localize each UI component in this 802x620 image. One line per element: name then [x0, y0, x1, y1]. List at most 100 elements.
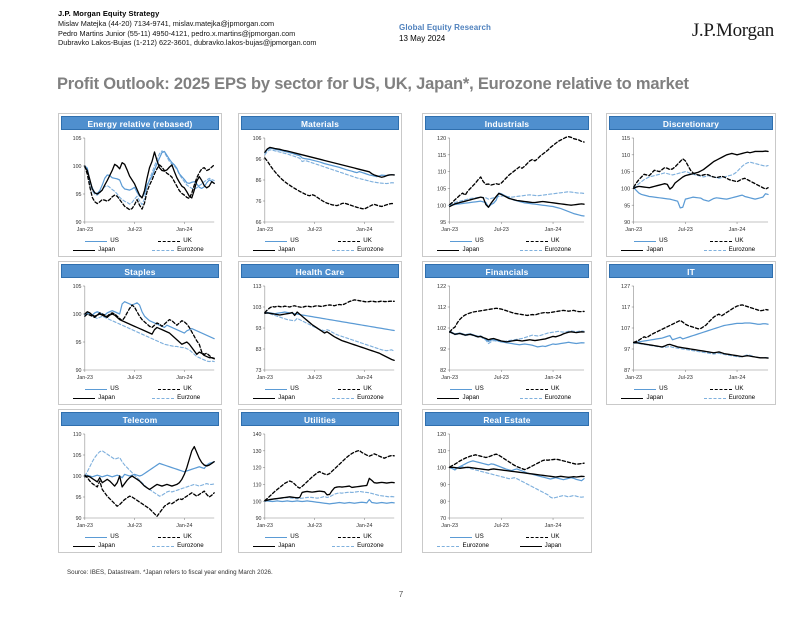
legend-swatch-uk-icon: [709, 388, 732, 390]
legend-item-eurozone[interactable]: Eurozone: [703, 246, 755, 254]
legend-item-uk[interactable]: UK: [338, 237, 372, 245]
legend-label: Eurozone: [462, 542, 489, 549]
legend-item-japan[interactable]: Japan: [73, 542, 115, 550]
legend-item-japan[interactable]: Japan: [437, 246, 479, 254]
legend-swatch-uk-icon: [709, 240, 732, 242]
legend-label: US: [110, 385, 119, 392]
legend-label: US: [110, 237, 119, 244]
legend-item-eurozone[interactable]: Eurozone: [152, 542, 204, 550]
chart-plot-area: 70 80 90 100 110 120 Jan-23 Jul-23 Jan-24: [426, 428, 588, 532]
legend-item-uk[interactable]: UK: [709, 237, 744, 245]
svg-text:93: 93: [256, 326, 262, 332]
legend-item-us[interactable]: US: [85, 237, 119, 245]
legend-item-uk[interactable]: UK: [525, 385, 560, 393]
legend-label: UK: [363, 237, 372, 244]
strategy-title: J.P. Morgan Equity Strategy: [58, 9, 160, 18]
legend-item-uk[interactable]: UK: [338, 533, 372, 541]
svg-text:Jul-23: Jul-23: [307, 375, 321, 381]
svg-text:97: 97: [624, 347, 630, 353]
legend-item-eurozone[interactable]: Eurozone: [332, 542, 384, 550]
legend-label: US: [659, 385, 668, 392]
svg-text:92: 92: [440, 347, 446, 353]
chart-panel-title: Industrials: [425, 116, 589, 130]
legend-item-uk[interactable]: UK: [158, 385, 192, 393]
legend-item-japan[interactable]: Japan: [253, 246, 295, 254]
svg-text:115: 115: [621, 136, 630, 142]
legend-item-us[interactable]: US: [450, 385, 484, 393]
legend-item-us[interactable]: US: [265, 533, 299, 541]
legend-item-uk[interactable]: UK: [338, 385, 372, 393]
legend-swatch-eurozone-icon: [152, 249, 175, 251]
legend-item-japan[interactable]: Japan: [73, 246, 115, 254]
legend-swatch-uk-icon: [338, 536, 361, 538]
legend-item-japan[interactable]: Japan: [253, 394, 295, 402]
legend-label: US: [475, 237, 484, 244]
legend-item-us[interactable]: US: [85, 385, 119, 393]
legend-item-eurozone[interactable]: Eurozone: [519, 394, 572, 402]
author-line-2: Pedro Martins Junior (55-11) 4950-4121, …: [58, 28, 296, 38]
svg-text:95: 95: [624, 203, 630, 209]
legend-label: US: [290, 533, 299, 540]
legend-item-uk[interactable]: UK: [525, 533, 560, 541]
svg-text:103: 103: [253, 305, 262, 311]
legend-label: Japan: [646, 394, 664, 401]
legend-label: Eurozone: [544, 394, 572, 401]
legend-item-japan[interactable]: Japan: [73, 394, 115, 402]
legend-label: UK: [550, 533, 560, 540]
legend-item-us[interactable]: US: [265, 385, 299, 393]
legend-swatch-japan-icon: [621, 397, 644, 399]
legend-label: US: [290, 385, 299, 392]
legend-item-eurozone[interactable]: Eurozone: [437, 542, 489, 550]
legend-item-us[interactable]: US: [85, 533, 119, 541]
svg-text:90: 90: [440, 482, 446, 488]
svg-text:87: 87: [624, 368, 630, 374]
legend-item-japan[interactable]: Japan: [621, 394, 663, 402]
legend-item-eurozone[interactable]: Eurozone: [152, 246, 204, 254]
chart-plot-area: 90 95 100 105 110 115 Jan-23 Jul-23 Jan-24: [610, 132, 772, 236]
legend-label: US: [659, 237, 668, 244]
legend-item-japan[interactable]: Japan: [621, 246, 663, 254]
svg-text:120: 120: [437, 136, 446, 142]
legend-item-uk[interactable]: UK: [158, 237, 192, 245]
legend-item-us[interactable]: US: [450, 237, 484, 245]
chart-panel-industrials: Industrials 95 100 105 110 115 120 Jan-23 Jul-23…: [422, 113, 592, 257]
legend-swatch-us-icon: [85, 240, 108, 242]
legend-label: US: [475, 385, 484, 392]
svg-text:Jan-23: Jan-23: [257, 523, 273, 529]
svg-text:140: 140: [253, 432, 262, 438]
legend-item-eurozone[interactable]: Eurozone: [332, 394, 384, 402]
svg-text:107: 107: [621, 326, 630, 332]
legend-item-us[interactable]: US: [265, 237, 299, 245]
legend-swatch-uk-icon: [158, 536, 181, 538]
legend-item-eurozone[interactable]: Eurozone: [519, 246, 571, 254]
legend-swatch-japan-icon: [253, 249, 276, 251]
legend-label: UK: [363, 385, 372, 392]
svg-text:Jul-23: Jul-23: [307, 227, 321, 233]
legend-item-eurozone[interactable]: Eurozone: [332, 246, 384, 254]
svg-text:105: 105: [437, 186, 446, 192]
legend-item-uk[interactable]: UK: [709, 385, 744, 393]
chart-panel-title: Health Care: [241, 264, 399, 278]
chart-panel-real-estate: Real Estate 70 80 90 100 110 120 Jan-23 Jul-23 Ja…: [422, 409, 592, 553]
legend-item-us[interactable]: US: [450, 533, 484, 541]
legend-item-us[interactable]: US: [634, 385, 668, 393]
legend-label: Japan: [462, 394, 480, 401]
chart-legend: US UK Eurozone Japan: [428, 532, 586, 552]
svg-text:102: 102: [437, 326, 446, 332]
svg-text:Jan-24: Jan-24: [545, 227, 562, 233]
legend-item-uk[interactable]: UK: [158, 533, 192, 541]
legend-item-eurozone[interactable]: Eurozone: [703, 394, 755, 402]
legend-item-us[interactable]: US: [634, 237, 668, 245]
legend-swatch-japan-icon: [621, 249, 644, 251]
svg-text:Jul-23: Jul-23: [494, 227, 509, 233]
legend-item-japan[interactable]: Japan: [519, 542, 561, 550]
legend-swatch-japan-icon: [73, 249, 96, 251]
legend-item-japan[interactable]: Japan: [437, 394, 479, 402]
chart-legend: US UK Japan Eurozone: [64, 532, 216, 552]
page-number: 7: [398, 590, 404, 599]
svg-text:Jan-23: Jan-23: [441, 375, 458, 381]
legend-item-japan[interactable]: Japan: [253, 542, 295, 550]
svg-text:90: 90: [76, 516, 82, 522]
legend-item-uk[interactable]: UK: [525, 237, 560, 245]
legend-item-eurzone[interactable]: Eurzone: [152, 394, 200, 402]
